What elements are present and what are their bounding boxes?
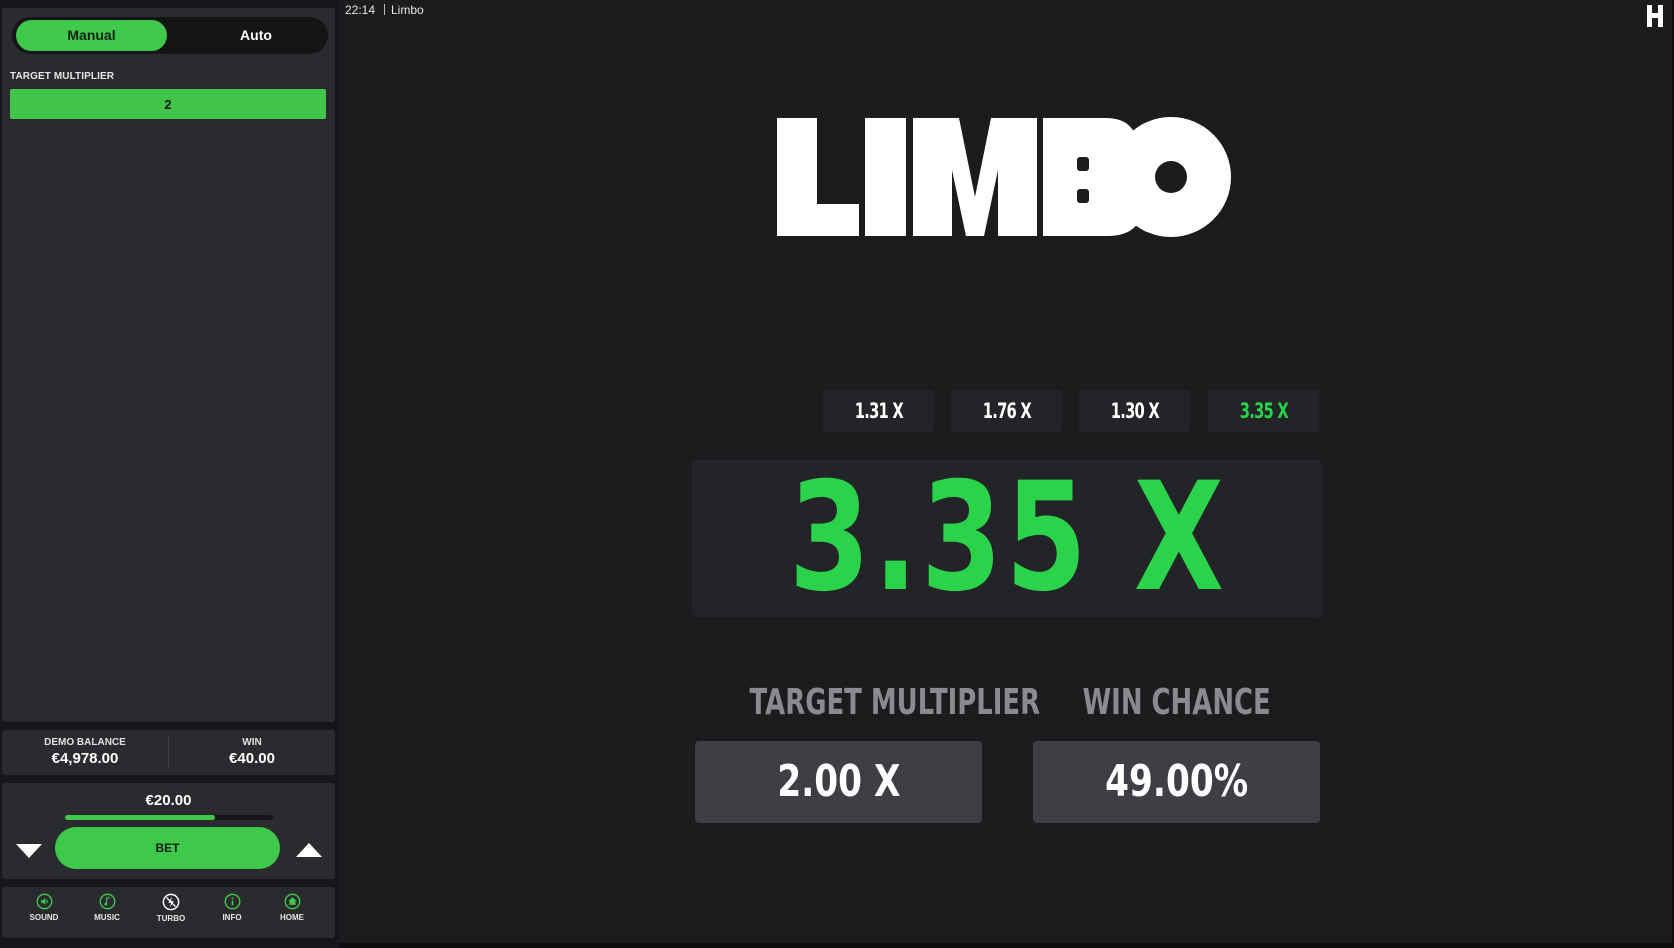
- demo-balance-label: DEMO BALANCE: [44, 737, 126, 748]
- info-label: INFO: [222, 913, 242, 922]
- history-value: 3.35 X: [1239, 399, 1288, 423]
- music-icon: [99, 893, 115, 910]
- history-value: 1.76 X: [982, 399, 1031, 423]
- bet-button[interactable]: BET: [55, 827, 280, 869]
- info-icon: [224, 893, 240, 910]
- win-chance-heading: WIN CHANCE: [1032, 682, 1322, 723]
- sound-button[interactable]: SOUND: [14, 893, 74, 935]
- decrease-bet-icon[interactable]: [14, 839, 44, 861]
- win-amount: WIN €40.00: [169, 730, 335, 775]
- win-label: WIN: [242, 737, 262, 748]
- turbo-icon: [162, 893, 180, 911]
- bet-slider-fill: [65, 815, 215, 820]
- turbo-label: TURBO: [156, 914, 186, 923]
- target-multiplier-label: TARGET MULTIPLIER: [10, 71, 115, 82]
- bet-amount-slider[interactable]: [65, 815, 273, 820]
- history-value: 1.30 X: [1110, 399, 1159, 423]
- clock-time: 22:14: [345, 3, 376, 17]
- topbar-separator: [384, 4, 385, 15]
- win-chance-heading-text: WIN CHANCE: [1082, 682, 1272, 723]
- target-multiplier-value: 2.00 X: [776, 756, 901, 807]
- limbo-logo: [775, 115, 1240, 240]
- bet-settings-panel: Manual Auto TARGET MULTIPLIER: [2, 8, 335, 722]
- target-multiplier-input[interactable]: [10, 89, 326, 119]
- game-title: Limbo: [391, 3, 424, 17]
- demo-balance: DEMO BALANCE €4,978.00: [2, 730, 168, 775]
- target-multiplier-heading-text: TARGET MULTIPLIER: [749, 682, 1041, 723]
- balance-panel: DEMO BALANCE €4,978.00 WIN €40.00: [2, 730, 335, 775]
- sound-label: SOUND: [29, 913, 59, 922]
- target-multiplier-heading: TARGET MULTIPLIER: [693, 682, 1041, 723]
- history-chip: 1.30 X: [1079, 390, 1190, 432]
- control-sidebar: Manual Auto TARGET MULTIPLIER DEMO BALAN…: [0, 0, 339, 948]
- history-chip: 3.35 X: [1208, 390, 1319, 432]
- provider-logo-icon: [1647, 5, 1663, 27]
- music-button[interactable]: MUSIC: [77, 893, 137, 935]
- screen-edge-bottom: [339, 943, 1674, 948]
- manual-mode-button[interactable]: Manual: [16, 20, 167, 51]
- bet-amount: €20.00: [145, 792, 192, 809]
- home-label: HOME: [280, 913, 304, 922]
- win-chance-value: 49.00%: [1105, 756, 1248, 807]
- result-display: 3.35 X: [692, 460, 1323, 617]
- auto-mode-button[interactable]: Auto: [182, 20, 330, 51]
- limbo-game-app: Manual Auto TARGET MULTIPLIER DEMO BALAN…: [0, 0, 1674, 948]
- result-multiplier: 3.35 X: [692, 460, 1323, 617]
- increase-bet-icon[interactable]: [294, 839, 324, 861]
- sound-icon: [36, 893, 52, 910]
- music-label: MUSIC: [94, 913, 120, 922]
- history-chip: 1.31 X: [823, 390, 934, 432]
- turbo-button[interactable]: TURBO: [141, 893, 201, 935]
- result-value: 3.35 X: [788, 460, 1227, 617]
- win-value: €40.00: [229, 750, 275, 767]
- win-chance-display[interactable]: 49.00%: [1033, 741, 1320, 823]
- home-icon: [284, 893, 300, 910]
- bottom-nav: SOUND MUSIC TURBO INFO HOME: [2, 887, 335, 938]
- mode-toggle: Manual Auto: [12, 17, 328, 54]
- limbo-wordmark: [777, 117, 1231, 237]
- history-chip: 1.76 X: [951, 390, 1062, 432]
- history-value: 1.31 X: [854, 399, 903, 423]
- home-button[interactable]: HOME: [262, 893, 322, 935]
- bet-panel: €20.00 BET: [2, 783, 335, 879]
- demo-balance-value: €4,978.00: [51, 750, 119, 767]
- target-multiplier-display[interactable]: 2.00 X: [695, 741, 982, 823]
- info-button[interactable]: INFO: [202, 893, 262, 935]
